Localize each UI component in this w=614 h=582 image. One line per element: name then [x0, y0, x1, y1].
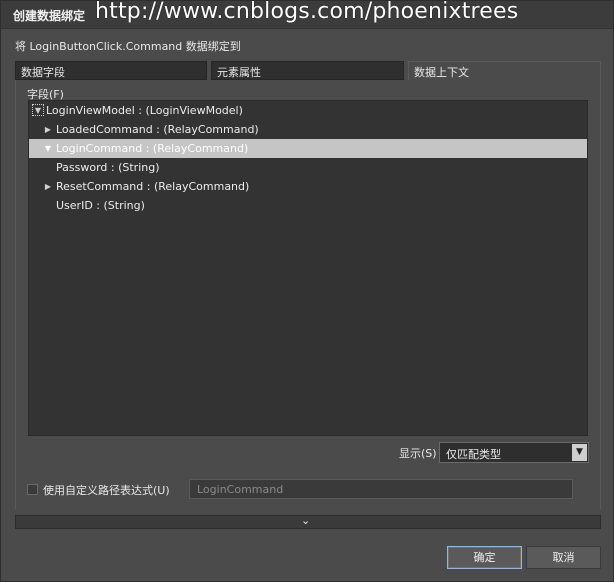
tree-item-label: LoginViewModel : (LoginViewModel) — [46, 104, 243, 117]
double-chevron-down-icon[interactable]: ⌄ — [301, 514, 310, 527]
cancel-button[interactable]: 取消 — [526, 546, 601, 569]
tree-item-password[interactable]: Password : (String) — [29, 158, 587, 177]
tab-data-context[interactable]: 数据上下文 — [408, 61, 601, 80]
collapse-arrow-icon[interactable]: ▼ — [32, 104, 44, 116]
expand-arrow-icon[interactable]: ▶ — [43, 177, 53, 196]
show-filter-select[interactable]: 仅匹配类型 ▼ — [439, 442, 589, 463]
tree-item-resetcommand[interactable]: ▶ ResetCommand : (RelayCommand) — [29, 177, 587, 196]
expand-arrow-icon[interactable]: ▶ — [43, 120, 53, 139]
collapse-arrow-icon[interactable]: ▼ — [43, 139, 53, 158]
tree-item-label: UserID : (String) — [56, 199, 145, 212]
tree-item-label: LoadedCommand : (RelayCommand) — [56, 123, 259, 136]
tree-item-logincommand[interactable]: ▼ LoginCommand : (RelayCommand) — [29, 139, 587, 158]
tree-item-label: LoginCommand : (RelayCommand) — [56, 142, 249, 155]
create-data-binding-dialog: 创建数据绑定 http://www.cnblogs.com/phoenixtre… — [0, 0, 614, 582]
tab-element-property[interactable]: 元素属性 — [211, 61, 404, 80]
show-filter-label: 显示(S) — [399, 447, 437, 460]
show-filter-value: 仅匹配类型 — [446, 448, 501, 461]
title-bar[interactable]: 创建数据绑定 http://www.cnblogs.com/phoenixtre… — [1, 0, 613, 29]
custom-path-label[interactable]: 使用自定义路径表达式(U) — [43, 482, 170, 498]
tree-item-label: Password : (String) — [56, 161, 160, 174]
custom-path-checkbox[interactable] — [27, 484, 38, 495]
binding-target-description: 将 LoginButtonClick.Command 数据绑定到 — [15, 40, 241, 53]
ok-button[interactable]: 确定 — [447, 546, 522, 569]
tree-item-loadedcommand[interactable]: ▶ LoadedCommand : (RelayCommand) — [29, 120, 587, 139]
tab-strip: 数据字段 元素属性 数据上下文 — [15, 61, 601, 80]
dialog-title: 创建数据绑定 — [13, 9, 86, 23]
custom-path-input[interactable]: LoginCommand — [189, 479, 573, 499]
tree-item-label: ResetCommand : (RelayCommand) — [56, 180, 250, 193]
tree-item-userid[interactable]: UserID : (String) — [29, 196, 587, 215]
field-tree[interactable]: ▼ LoginViewModel : (LoginViewModel) ▶ Lo… — [28, 100, 588, 436]
tab-data-field[interactable]: 数据字段 — [15, 61, 207, 80]
tree-item-loginviewmodel[interactable]: ▼ LoginViewModel : (LoginViewModel) — [29, 101, 587, 120]
watermark-url: http://www.cnblogs.com/phoenixtrees — [95, 0, 519, 24]
expand-details-bar[interactable]: ⌄ — [15, 514, 601, 529]
chevron-down-icon[interactable]: ▼ — [572, 444, 587, 461]
